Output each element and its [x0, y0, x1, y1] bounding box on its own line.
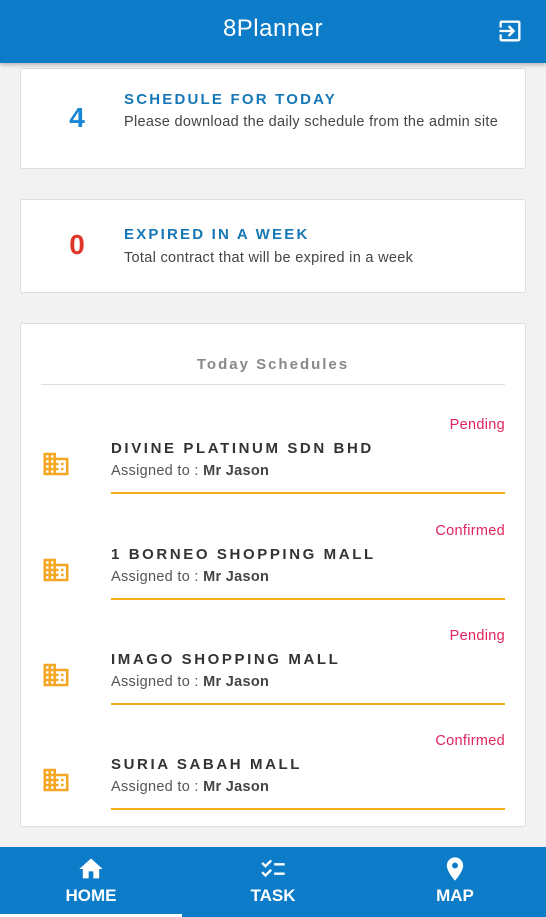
nav-task[interactable]: TASK — [182, 847, 364, 917]
expired-week-description: Total contract that will be expired in a… — [124, 250, 414, 266]
assignee-name: Mr Jason — [203, 463, 270, 479]
building-icon — [43, 663, 69, 687]
item-underline — [111, 808, 505, 810]
divider — [41, 384, 505, 385]
item-underline — [111, 598, 505, 600]
assignee-name: Mr Jason — [203, 674, 270, 690]
item-underline — [111, 703, 505, 705]
today-schedules-card: Today Schedules Pending DIVINE PLATINUM … — [20, 323, 526, 827]
home-icon — [79, 858, 103, 879]
building-icon — [43, 768, 69, 792]
app-header: 8Planner — [0, 0, 546, 63]
logout-icon[interactable] — [496, 17, 524, 45]
expired-week-count: 0 — [69, 229, 85, 260]
assigned-to: Assigned to : Mr Jason — [111, 463, 269, 479]
schedule-item[interactable]: Pending DIVINE PLATINUM SDN BHD Assigned… — [41, 417, 505, 507]
assigned-label: Assigned to : — [111, 674, 199, 690]
item-underline — [111, 492, 505, 494]
assignee-name: Mr Jason — [203, 779, 270, 795]
schedule-today-card[interactable]: 4 SCHEDULE FOR TODAY Please download the… — [20, 68, 526, 169]
schedule-item[interactable]: Confirmed SURIA SABAH MALL Assigned to :… — [41, 733, 505, 823]
expired-week-card[interactable]: 0 EXPIRED IN A WEEK Total contract that … — [20, 199, 526, 293]
nav-map[interactable]: MAP — [364, 847, 546, 917]
checklist-icon — [261, 859, 285, 878]
assignee-name: Mr Jason — [203, 569, 270, 585]
building-icon — [43, 452, 69, 476]
assigned-to: Assigned to : Mr Jason — [111, 569, 269, 585]
nav-home[interactable]: HOME — [0, 847, 182, 917]
site-name: IMAGO SHOPPING MALL — [111, 651, 341, 668]
assigned-to: Assigned to : Mr Jason — [111, 779, 269, 795]
status-label: Pending — [449, 628, 505, 644]
assigned-label: Assigned to : — [111, 463, 199, 479]
assigned-label: Assigned to : — [111, 779, 199, 795]
nav-task-label: TASK — [250, 886, 296, 905]
map-pin-icon — [446, 857, 464, 881]
status-label: Pending — [449, 417, 505, 433]
status-label: Confirmed — [435, 733, 505, 749]
site-name: SURIA SABAH MALL — [111, 756, 303, 773]
assigned-to: Assigned to : Mr Jason — [111, 674, 269, 690]
building-icon — [43, 558, 69, 582]
nav-map-label: MAP — [436, 886, 474, 905]
app-title: 8Planner — [222, 15, 324, 42]
schedule-today-count: 4 — [69, 102, 85, 133]
nav-home-label: HOME — [65, 886, 117, 905]
site-name: 1 BORNEO SHOPPING MALL — [111, 546, 376, 563]
schedule-item[interactable]: Pending IMAGO SHOPPING MALL Assigned to … — [41, 628, 505, 718]
schedule-item[interactable]: Confirmed 1 BORNEO SHOPPING MALL Assigne… — [41, 523, 505, 613]
schedule-today-description: Please download the daily schedule from … — [124, 114, 499, 130]
bottom-nav: HOME TASK MAP — [0, 847, 546, 917]
schedule-today-heading: SCHEDULE FOR TODAY — [124, 91, 337, 108]
site-name: DIVINE PLATINUM SDN BHD — [111, 440, 374, 457]
assigned-label: Assigned to : — [111, 569, 199, 585]
expired-week-heading: EXPIRED IN A WEEK — [124, 226, 310, 243]
status-label: Confirmed — [435, 523, 505, 539]
today-schedules-title: Today Schedules — [196, 356, 350, 373]
